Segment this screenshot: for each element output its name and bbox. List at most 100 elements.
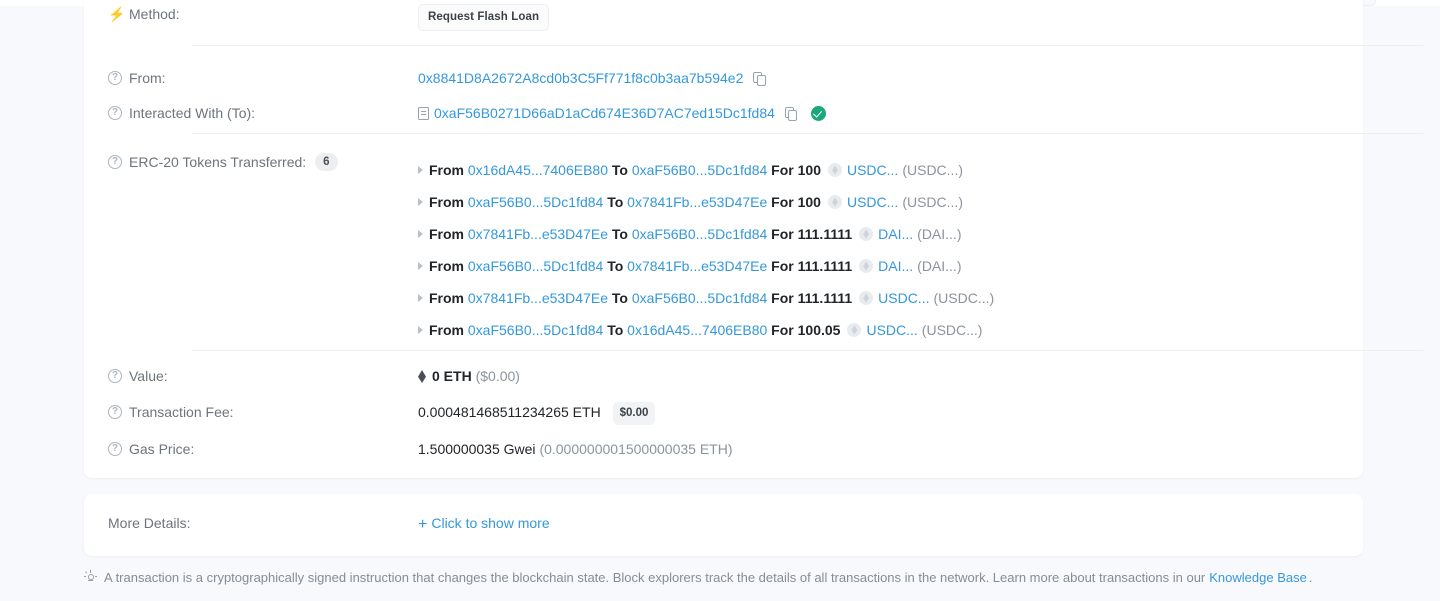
- verified-contract-check-icon: [810, 106, 826, 121]
- transfer-to-word: To: [603, 193, 628, 210]
- value-label-group: ? Value:: [108, 366, 418, 386]
- erc20-transfer-list: From 0x16dA45...7406EB80 To 0xaF56B0...5…: [418, 152, 1339, 346]
- token-logo-icon: [859, 227, 874, 241]
- erc20-label-group: ? ERC-20 Tokens Transferred: 6: [108, 152, 418, 172]
- transfer-amount: 100: [797, 193, 821, 210]
- transfer-from-address[interactable]: 0x7841Fb...e53D47Ee: [468, 224, 608, 244]
- knowledge-base-link[interactable]: Knowledge Base: [1209, 570, 1307, 585]
- transfer-token-name: (DAI...): [917, 225, 962, 242]
- method-badge[interactable]: Request Flash Loan: [418, 4, 550, 31]
- transfer-from-address[interactable]: 0x16dA45...7406EB80: [468, 160, 608, 180]
- erc20-transfer-row: From 0xaF56B0...5Dc1fd84 To 0x16dA45...7…: [418, 314, 1339, 346]
- transfer-to-address[interactable]: 0x16dA45...7406EB80: [627, 320, 767, 340]
- transfer-amount: 111.1111: [797, 225, 853, 242]
- transfer-from-address[interactable]: 0xaF56B0...5Dc1fd84: [468, 320, 603, 340]
- expand-caret-icon[interactable]: [418, 166, 423, 174]
- from-address-link[interactable]: 0x8841D8A2672A8cd0b3C5Ff771f8c0b3aa7b594…: [418, 70, 743, 86]
- ethereum-diamond-icon: [418, 370, 426, 383]
- interacted-with-value: 0xaF56B0271D66aD1aCd674E36D7AC7ed15Dc1fd…: [418, 103, 1339, 123]
- transfer-amount: 111.1111: [797, 289, 853, 306]
- transfer-amount: 100: [797, 161, 821, 178]
- click-to-show-more-label: Click to show more: [431, 515, 550, 531]
- value-amount: 0 ETH: [432, 368, 472, 384]
- divider-after-interacted-with: [192, 133, 1423, 134]
- transfer-to-address[interactable]: 0x7841Fb...e53D47Ee: [627, 256, 767, 276]
- row-interacted-with: ? Interacted With (To): 0xaF56B0271D66aD…: [84, 103, 1363, 123]
- erc20-transfer-row: From 0x7841Fb...e53D47Ee To 0xaF56B0...5…: [418, 282, 1339, 314]
- value-usd: ($0.00): [475, 368, 520, 384]
- interacted-with-address-link[interactable]: 0xaF56B0271D66aD1aCd674E36D7AC7ed15Dc1fd…: [434, 105, 775, 121]
- click-to-show-more-toggle[interactable]: + Click to show more: [418, 515, 550, 533]
- transfer-to-word: To: [603, 321, 628, 338]
- transfer-token-name: (USDC...): [902, 161, 963, 178]
- from-label-group: ? From:: [108, 68, 418, 88]
- erc20-transfer-row: From 0x16dA45...7406EB80 To 0xaF56B0...5…: [418, 154, 1339, 186]
- copy-icon[interactable]: [784, 107, 798, 121]
- token-logo-icon: [827, 163, 842, 177]
- erc20-count-badge: 6: [315, 152, 338, 172]
- transfer-token-name: (USDC...): [933, 289, 995, 306]
- value-label: Value:: [129, 368, 168, 384]
- transfer-from-address[interactable]: 0xaF56B0...5Dc1fd84: [468, 192, 603, 212]
- expand-caret-icon[interactable]: [418, 326, 423, 334]
- transfer-from-address[interactable]: 0xaF56B0...5Dc1fd84: [468, 256, 603, 276]
- transfer-to-address[interactable]: 0x7841Fb...e53D47Ee: [627, 192, 767, 212]
- transfer-from-word: From: [429, 225, 468, 242]
- copy-icon[interactable]: [753, 72, 766, 86]
- transfer-token-symbol[interactable]: USDC...: [847, 192, 898, 212]
- transfer-token-symbol[interactable]: USDC...: [866, 320, 917, 340]
- interacted-with-label-group: ? Interacted With (To):: [108, 103, 418, 123]
- transaction-fee-amount: 0.000481468511234265 ETH: [418, 404, 601, 420]
- gas-price-gwei: 1.500000035 Gwei: [418, 441, 536, 457]
- transfer-to-address[interactable]: 0xaF56B0...5Dc1fd84: [632, 288, 767, 308]
- transfer-to-address[interactable]: 0xaF56B0...5Dc1fd84: [632, 224, 767, 244]
- transfer-to-address[interactable]: 0xaF56B0...5Dc1fd84: [632, 160, 767, 180]
- transfer-token-symbol[interactable]: USDC...: [847, 160, 898, 180]
- transfer-to-word: To: [603, 257, 628, 274]
- transfer-token-symbol[interactable]: DAI...: [878, 256, 913, 276]
- erc20-transfer-row: From 0xaF56B0...5Dc1fd84 To 0x7841Fb...e…: [418, 186, 1339, 218]
- transaction-details-card: ⚡ Method: Request Flash Loan ? From: 0x8…: [84, 0, 1423, 478]
- lightbulb-icon: [84, 570, 97, 584]
- transfer-token-name: (USDC...): [902, 193, 963, 210]
- from-value: 0x8841D8A2672A8cd0b3C5Ff771f8c0b3aa7b594…: [418, 68, 1339, 88]
- transfer-for-word: For: [767, 225, 798, 242]
- help-icon[interactable]: ?: [108, 71, 122, 86]
- transfer-token-symbol[interactable]: USDC...: [878, 288, 929, 308]
- transfer-amount: 111.1111: [797, 257, 853, 274]
- transfer-for-word: For: [767, 257, 798, 274]
- row-from: ? From: 0x8841D8A2672A8cd0b3C5Ff771f8c0b…: [84, 68, 1363, 88]
- transfer-from-address[interactable]: 0x7841Fb...e53D47Ee: [468, 288, 608, 308]
- transfer-from-word: From: [429, 257, 468, 274]
- row-transaction-fee: ? Transaction Fee: 0.000481468511234265 …: [84, 402, 1363, 425]
- row-value: ? Value: 0 ETH ($0.00): [84, 366, 1363, 386]
- transfer-token-name: (DAI...): [917, 257, 962, 274]
- more-details-card: More Details: + Click to show more: [84, 494, 1363, 556]
- erc20-transfer-row: From 0xaF56B0...5Dc1fd84 To 0x7841Fb...e…: [418, 250, 1339, 282]
- expand-caret-icon[interactable]: [418, 294, 423, 302]
- help-icon[interactable]: ?: [108, 405, 122, 420]
- gas-price-label-group: ? Gas Price:: [108, 439, 418, 459]
- more-details-value: + Click to show more: [418, 513, 1339, 536]
- gas-price-label: Gas Price:: [129, 441, 195, 457]
- transfer-token-name: (USDC...): [921, 321, 983, 338]
- transfer-from-word: From: [429, 289, 468, 306]
- expand-caret-icon[interactable]: [418, 230, 423, 238]
- method-label-group: ⚡ Method:: [108, 4, 418, 24]
- transfer-token-symbol[interactable]: DAI...: [878, 224, 913, 244]
- help-icon[interactable]: ?: [108, 155, 122, 170]
- expand-caret-icon[interactable]: [418, 262, 423, 270]
- help-icon[interactable]: ?: [108, 106, 122, 121]
- help-icon[interactable]: ?: [108, 442, 122, 457]
- help-icon[interactable]: ?: [108, 369, 122, 384]
- transaction-fee-label: Transaction Fee:: [129, 404, 234, 420]
- transfer-to-word: To: [608, 161, 632, 178]
- transaction-fee-label-group: ? Transaction Fee:: [108, 402, 418, 422]
- row-more-details: More Details: + Click to show more: [84, 513, 1363, 536]
- transfer-amount: 100.05: [797, 321, 841, 338]
- value-amount-group: 0 ETH ($0.00): [418, 366, 1339, 386]
- plus-icon: +: [418, 516, 428, 533]
- transaction-fee-value: 0.000481468511234265 ETH $0.00: [418, 402, 1339, 425]
- expand-caret-icon[interactable]: [418, 198, 423, 206]
- row-method: ⚡ Method: Request Flash Loan: [84, 4, 1363, 31]
